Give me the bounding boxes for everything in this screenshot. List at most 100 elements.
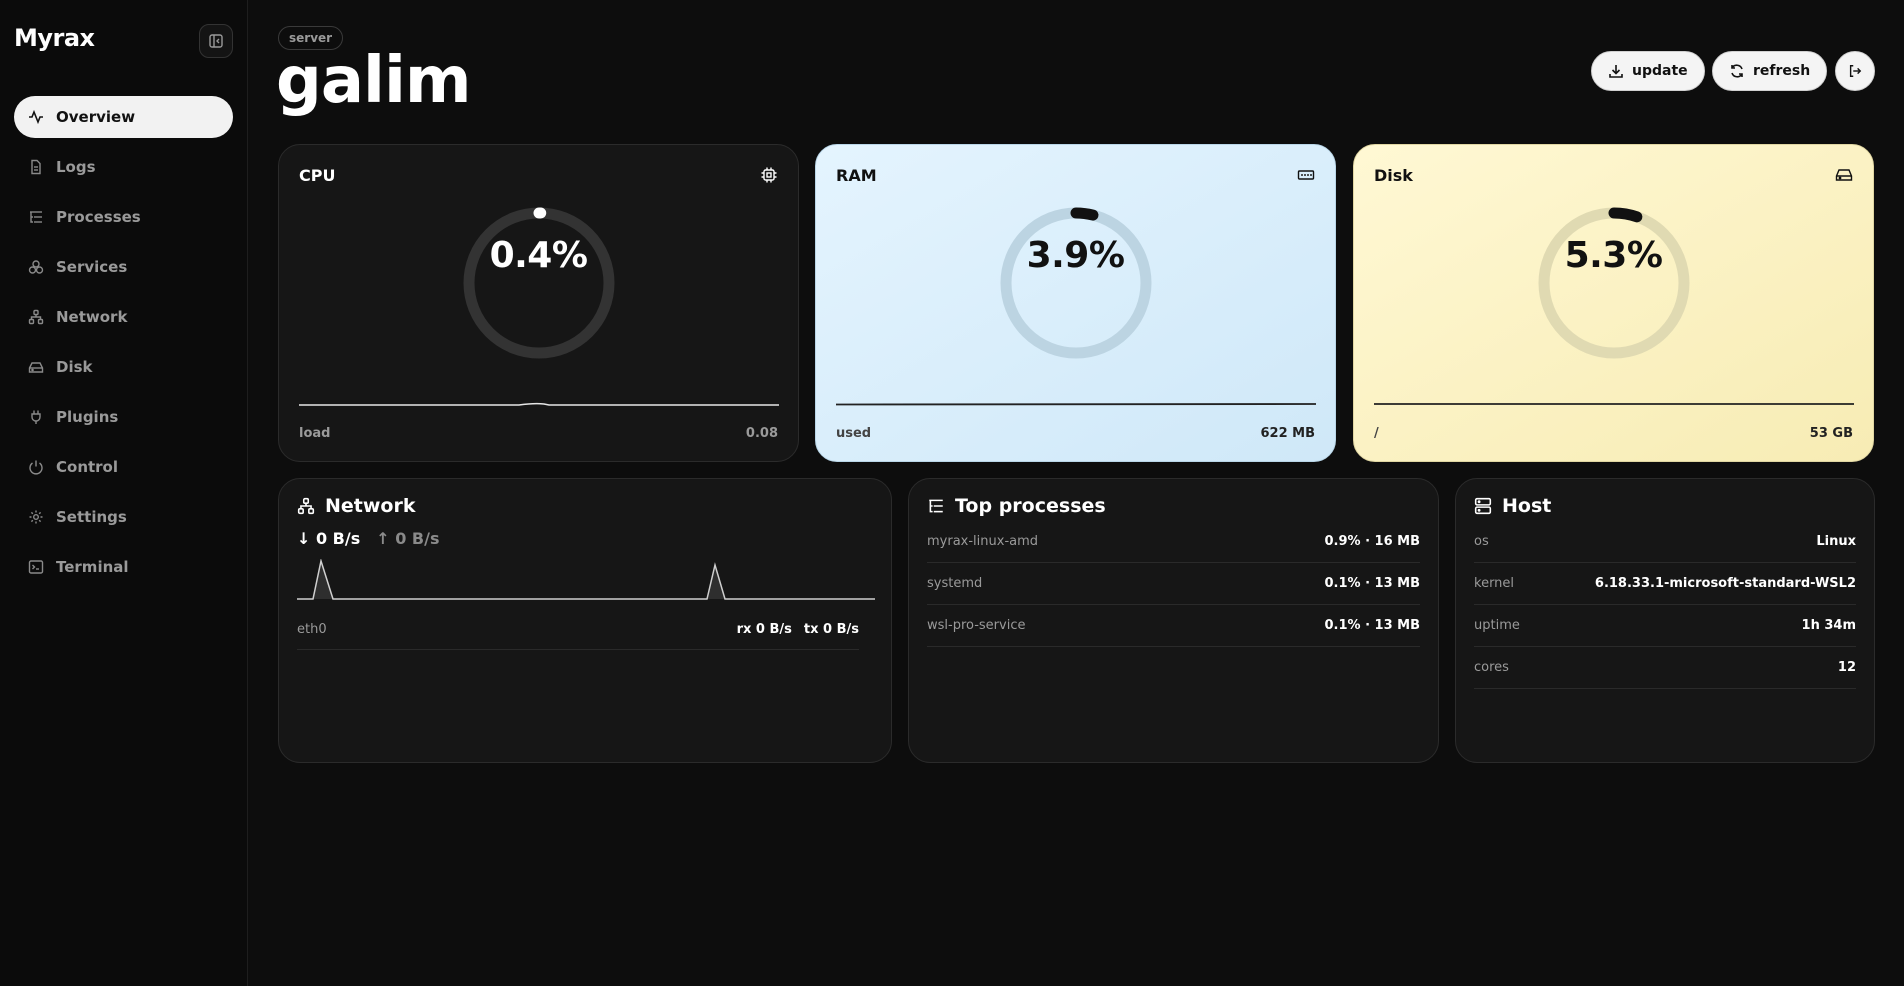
host-row-uptime: uptime 1h 34m [1474, 605, 1856, 647]
collapse-sidebar-button[interactable] [199, 24, 233, 58]
ram-sparkline [836, 403, 1316, 406]
cpu-chip-icon [760, 166, 778, 184]
list-tree-icon [28, 209, 44, 225]
network-panel: Network ↓ 0 B/s ↑ 0 B/s eth0 rx 0 B/s tx… [278, 478, 892, 763]
sidebar-item-settings[interactable]: Settings [14, 496, 233, 538]
hard-drive-icon [28, 359, 44, 375]
network-panel-title: Network [297, 495, 415, 517]
disk-sparkline [1374, 403, 1854, 405]
sidebar-item-logs[interactable]: Logs [14, 146, 233, 188]
cpu-label: CPU [299, 166, 336, 185]
sidebar: Myrax Overview Logs Processes Services N… [0, 0, 248, 986]
sidebar-item-label: Plugins [56, 408, 119, 426]
brand-logo: Myrax [14, 24, 95, 52]
host-row-os: os Linux [1474, 521, 1856, 563]
host-key: cores [1474, 660, 1509, 675]
sidebar-item-disk[interactable]: Disk [14, 346, 233, 388]
cpu-card: CPU 0.4% load 0.08 [278, 144, 799, 462]
cpu-load-label: load [299, 426, 331, 441]
network-title-text: Network [325, 495, 416, 517]
host-value: 6.18.33.1-microsoft-standard-WSL2 [1594, 576, 1856, 591]
sidebar-item-processes[interactable]: Processes [14, 196, 233, 238]
ram-used-value: 622 MB [1260, 426, 1315, 441]
download-rate: ↓ 0 B/s [297, 529, 361, 548]
ram-gauge [1000, 207, 1152, 359]
interface-row: eth0 rx 0 B/s tx 0 B/s [297, 610, 859, 650]
processes-title-text: Top processes [955, 495, 1106, 517]
refresh-icon [1729, 63, 1745, 79]
sidebar-item-label: Processes [56, 208, 141, 226]
process-row[interactable]: systemd 0.1% · 13 MB [927, 563, 1420, 605]
disk-mount-label: / [1374, 426, 1379, 441]
interface-rx: rx 0 B/s [736, 622, 792, 637]
page-title: galim [276, 44, 472, 118]
cpu-load-value: 0.08 [745, 426, 778, 441]
sidebar-item-label: Settings [56, 508, 127, 526]
sidebar-item-label: Logs [56, 158, 96, 176]
sidebar-item-services[interactable]: Services [14, 246, 233, 288]
cpu-percent: 0.4% [489, 235, 588, 276]
process-row[interactable]: wsl-pro-service 0.1% · 13 MB [927, 605, 1420, 647]
sidebar-nav: Overview Logs Processes Services Network [14, 96, 233, 596]
plug-icon [28, 409, 44, 425]
host-value: 1h 34m [1801, 618, 1856, 633]
boxes-icon [28, 259, 44, 275]
sidebar-item-overview[interactable]: Overview [14, 96, 233, 138]
terminal-icon [28, 559, 44, 575]
server-icon [1474, 497, 1492, 515]
sidebar-item-network[interactable]: Network [14, 296, 233, 338]
process-row[interactable]: myrax-linux-amd 0.9% · 16 MB [927, 521, 1420, 563]
sidebar-toggle-icon [209, 34, 223, 48]
gear-icon [28, 509, 44, 525]
interface-tx: tx 0 B/s [803, 622, 859, 637]
logout-button[interactable] [1835, 51, 1875, 91]
process-usage: 0.1% · 13 MB [1324, 618, 1420, 633]
ram-label: RAM [836, 166, 877, 185]
network-graph [297, 559, 875, 600]
network-rates: ↓ 0 B/s ↑ 0 B/s [297, 529, 440, 548]
network-icon [28, 309, 44, 325]
processes-panel-title: Top processes [927, 495, 1106, 517]
cpu-gauge [463, 207, 615, 359]
refresh-label: refresh [1753, 63, 1811, 79]
update-label: update [1632, 63, 1688, 79]
hard-drive-icon [1835, 166, 1853, 184]
disk-card: Disk 5.3% / 53 GB [1353, 144, 1874, 462]
upload-rate: ↑ 0 B/s [376, 529, 440, 548]
refresh-button[interactable]: refresh [1712, 51, 1828, 91]
host-key: kernel [1474, 576, 1515, 591]
process-usage: 0.1% · 13 MB [1324, 576, 1420, 591]
ram-used-label: used [836, 426, 872, 441]
sidebar-item-label: Network [56, 308, 128, 326]
process-list: myrax-linux-amd 0.9% · 16 MB systemd 0.1… [927, 521, 1420, 647]
sidebar-item-label: Services [56, 258, 128, 276]
update-button[interactable]: update [1591, 51, 1705, 91]
cpu-sparkline [299, 402, 779, 406]
sidebar-item-terminal[interactable]: Terminal [14, 546, 233, 588]
ram-card: RAM 3.9% used 622 MB [815, 144, 1336, 462]
download-icon [1608, 63, 1624, 79]
top-processes-panel: Top processes myrax-linux-amd 0.9% · 16 … [908, 478, 1439, 763]
process-usage: 0.9% · 16 MB [1324, 534, 1420, 549]
sidebar-item-control[interactable]: Control [14, 446, 233, 488]
ram-percent: 3.9% [1026, 235, 1125, 276]
host-title-text: Host [1502, 495, 1552, 517]
process-name: wsl-pro-service [927, 618, 1026, 633]
file-icon [28, 159, 44, 175]
process-name: systemd [927, 576, 983, 591]
logout-icon [1849, 65, 1862, 77]
list-tree-icon [927, 497, 945, 515]
process-name: myrax-linux-amd [927, 534, 1039, 549]
sidebar-item-label: Disk [56, 358, 93, 376]
sidebar-item-plugins[interactable]: Plugins [14, 396, 233, 438]
power-icon [28, 459, 44, 475]
interface-name: eth0 [297, 622, 327, 637]
host-key: uptime [1474, 618, 1520, 633]
host-key: os [1474, 534, 1489, 549]
host-panel: Host os Linux kernel 6.18.33.1-microsoft… [1455, 478, 1875, 763]
activity-icon [28, 109, 44, 125]
network-icon [297, 497, 315, 515]
host-info-list: os Linux kernel 6.18.33.1-microsoft-stan… [1474, 521, 1856, 689]
disk-percent: 5.3% [1564, 235, 1663, 276]
sidebar-item-label: Control [56, 458, 119, 476]
